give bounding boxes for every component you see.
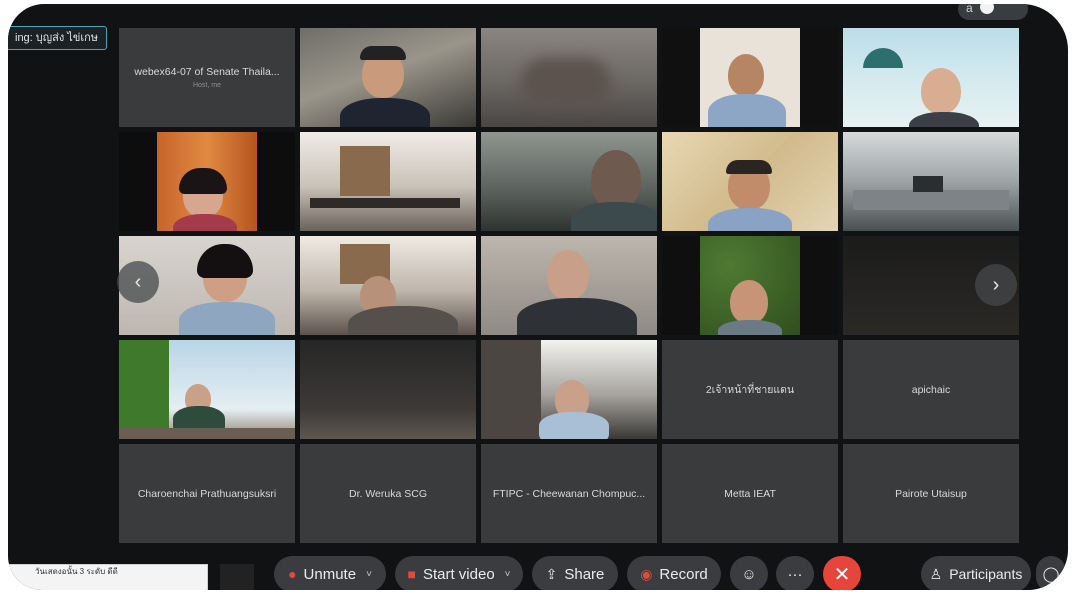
participant-body: [571, 202, 657, 231]
participants-label: Participants: [949, 566, 1023, 582]
participant-video[interactable]: [843, 28, 1019, 127]
participant-body: [909, 112, 979, 127]
reactions-button[interactable]: ☺: [730, 556, 768, 590]
participant-tile[interactable]: 2เจ้าหน้าที่ชายแดน: [662, 340, 838, 439]
participant-hair: [197, 244, 253, 278]
bookshelf: [481, 340, 541, 439]
chairs: [913, 176, 943, 192]
chevron-left-icon: ‹: [134, 270, 142, 293]
record-label: Record: [659, 565, 708, 583]
unmute-button[interactable]: ● Unmute ˅: [274, 556, 386, 590]
participant-video[interactable]: [300, 132, 476, 231]
participant-name: Dr. Weruka SCG: [349, 487, 427, 500]
next-page-button[interactable]: ›: [975, 264, 1017, 306]
chevron-down-icon[interactable]: ˅: [366, 569, 372, 580]
participant-tile-self[interactable]: webex64-07 of Senate Thaila... Host, me: [119, 28, 295, 127]
video-off-icon: ■: [407, 566, 416, 582]
start-video-button[interactable]: ■ Start video ˅: [395, 556, 523, 590]
view-toggle-label: a: [966, 4, 973, 15]
participant-video[interactable]: [481, 132, 657, 231]
participant-video[interactable]: [481, 28, 657, 127]
participant-tile[interactable]: Charoenchai Prathuangsuksri: [119, 444, 295, 543]
participant-face: [921, 68, 961, 114]
more-options-button[interactable]: ···: [776, 556, 814, 590]
previous-page-button[interactable]: ‹: [117, 261, 159, 303]
more-icon: ···: [787, 565, 803, 583]
close-icon: ✕: [833, 563, 851, 586]
video-grid: webex64-07 of Senate Thaila... Host, me: [119, 28, 1019, 543]
participant-body: [340, 98, 430, 127]
participant-body: [718, 320, 782, 335]
participant-body: [708, 208, 792, 231]
participant-video[interactable]: [843, 132, 1019, 231]
participant-face: [730, 280, 768, 324]
participant-body: [517, 298, 637, 335]
participant-body: [708, 94, 786, 127]
chat-preview[interactable]: วันเสดงอนั้น 3 ระดับ ดีดี: [8, 564, 208, 590]
chevron-down-icon[interactable]: ˅: [505, 569, 511, 580]
participant-body: [179, 302, 275, 335]
leave-meeting-button[interactable]: ✕: [823, 556, 861, 590]
participant-tile[interactable]: Dr. Weruka SCG: [300, 444, 476, 543]
participant-name: Pairote Utaisup: [895, 487, 967, 500]
share-icon: ⇪: [545, 565, 558, 582]
chevron-right-icon: ›: [992, 273, 1000, 296]
emoji-icon: ☺: [741, 565, 757, 583]
record-icon: ◉: [640, 565, 653, 582]
person-icon: ♙: [929, 565, 943, 582]
chat-divider: [220, 564, 254, 590]
participant-role: Host, me: [192, 82, 221, 89]
participant-video[interactable]: [662, 28, 838, 127]
share-button[interactable]: ⇪ Share: [532, 556, 618, 590]
participant-name: Metta IEAT: [724, 487, 776, 500]
participant-face: [547, 250, 589, 300]
blurred-background: [521, 58, 611, 108]
conference-table: [853, 190, 1009, 210]
share-label: Share: [564, 565, 605, 583]
participant-face: [591, 150, 641, 210]
participant-face: [728, 54, 764, 96]
view-toggle[interactable]: a: [958, 4, 1028, 20]
table: [310, 198, 460, 208]
participant-tile[interactable]: apichaic: [843, 340, 1019, 439]
participants-button[interactable]: ♙ Participants: [921, 556, 1031, 590]
participant-video[interactable]: [300, 28, 476, 127]
microphone-muted-icon: ●: [288, 566, 297, 582]
participant-tile[interactable]: Metta IEAT: [662, 444, 838, 543]
meeting-toolbar: วันเสดงอนั้น 3 ระดับ ดีดี ● Unmute ˅ ■ S…: [8, 552, 1068, 590]
meeting-window: ing: บุญส่ง ไข่เกษ a webex64-07 of Senat…: [8, 4, 1068, 590]
participant-hair: [360, 46, 406, 60]
participant-video[interactable]: [119, 340, 295, 439]
participant-video[interactable]: [662, 236, 838, 335]
wall-panel: [340, 146, 390, 196]
start-video-label: Start video: [422, 565, 495, 583]
participant-name: 2เจ้าหน้าที่ชายแดน: [705, 384, 795, 396]
participant-name: Charoenchai Prathuangsuksri: [137, 487, 277, 500]
participant-tile[interactable]: FTIPC - Cheewanan Chompuc...: [481, 444, 657, 543]
unmute-label: Unmute: [303, 565, 357, 583]
toggle-knob-icon: [980, 4, 994, 14]
decor-shape: [863, 48, 903, 68]
record-button[interactable]: ◉ Record: [627, 556, 721, 590]
participant-body: [348, 306, 458, 335]
plant-background: [119, 340, 169, 439]
participant-body: [539, 412, 609, 439]
participant-hair: [726, 160, 772, 174]
participant-name: apichaic: [911, 383, 951, 396]
participant-video[interactable]: [300, 236, 476, 335]
active-speaker-label: ing: บุญส่ง ไข่เกษ: [8, 26, 108, 50]
participant-video[interactable]: [119, 132, 295, 231]
participant-video[interactable]: [662, 132, 838, 231]
participant-video[interactable]: [300, 340, 476, 439]
participant-tile[interactable]: Pairote Utaisup: [843, 444, 1019, 543]
participant-body: [173, 214, 237, 231]
participant-name: FTIPC - Cheewanan Chompuc...: [492, 487, 646, 500]
participant-video[interactable]: [481, 236, 657, 335]
chat-button[interactable]: ◯: [1036, 556, 1066, 590]
desk: [119, 428, 295, 439]
participant-video[interactable]: [481, 340, 657, 439]
participant-name: webex64-07 of Senate Thaila...: [134, 66, 280, 78]
chat-bubble-icon: ◯: [1042, 566, 1060, 583]
